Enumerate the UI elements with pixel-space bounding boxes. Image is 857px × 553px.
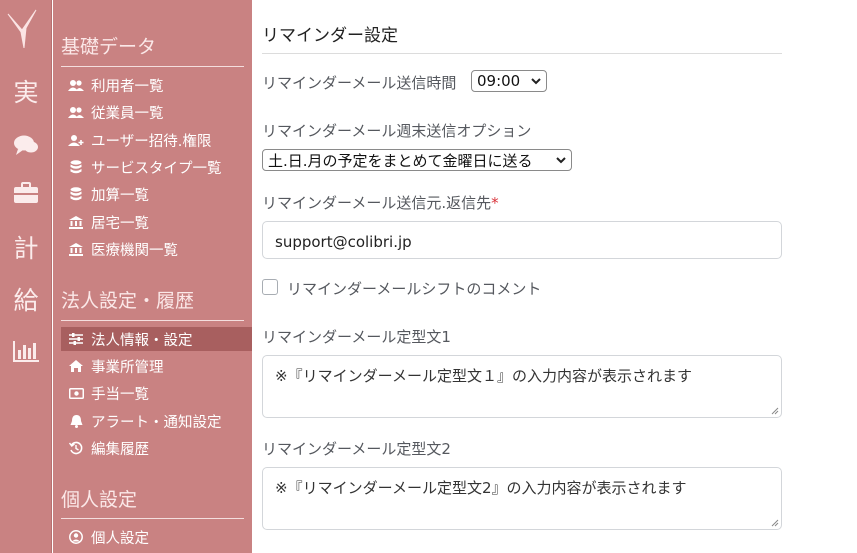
database-icon — [65, 187, 87, 201]
sidebar-item-edit-history[interactable]: 編集履歴 — [61, 436, 252, 460]
sidebar-item-personal-settings[interactable]: 個人設定 — [61, 525, 252, 549]
bank-icon — [65, 215, 87, 229]
resize-grip-icon[interactable] — [771, 519, 779, 527]
sidebar-item-label: 事業所管理 — [91, 359, 164, 376]
section-divider — [61, 66, 244, 67]
bank-icon — [65, 242, 87, 256]
required-mark: * — [491, 194, 499, 212]
sidebar-item-user-invite[interactable]: ユーザー招待.権限 — [61, 128, 252, 152]
sidebar-item-label: 居宅一覧 — [91, 215, 149, 232]
report-nav[interactable] — [0, 340, 52, 366]
shift-nav-label: 実 — [13, 78, 39, 107]
sidebar-item-label: 編集履歴 — [91, 441, 149, 458]
sidebar-item-additions[interactable]: 加算一覧 — [61, 182, 252, 206]
sliders-icon — [65, 333, 87, 345]
template1-value: ※『リマインダーメール定型文１』の入力内容が表示されます — [275, 367, 692, 385]
shift-nav[interactable]: 実 — [0, 78, 52, 108]
sidebar-item-service-types[interactable]: サービスタイプ一覧 — [61, 155, 252, 179]
sidebar-item-label: 利用者一覧 — [91, 78, 164, 95]
salary-nav[interactable]: 給 — [0, 286, 52, 316]
chevron-down-icon — [531, 78, 541, 85]
chat-nav[interactable] — [0, 134, 52, 160]
reply-to-email-field[interactable]: support@colibri.jp — [262, 221, 782, 259]
sidebar-item-alerts[interactable]: アラート・通知設定 — [61, 409, 252, 433]
shift-comment-checkbox[interactable] — [262, 279, 278, 295]
resize-grip-icon[interactable] — [771, 407, 779, 415]
sidebar-item-residences[interactable]: 居宅一覧 — [61, 210, 252, 234]
section-divider — [61, 518, 244, 519]
chat-icon — [14, 135, 38, 155]
sidebar-item-corporate-info[interactable]: 法人情報・設定 — [61, 327, 252, 351]
send-time-select[interactable]: 09:00 — [471, 70, 547, 92]
reply-to-email-value: support@colibri.jp — [275, 233, 412, 251]
work-nav[interactable] — [0, 182, 52, 208]
sidebar-item-label: 医療機関一覧 — [91, 242, 178, 259]
weekend-option-label: リマインダーメール週末送信オプション — [262, 122, 532, 140]
sidebar-item-label: ユーザー招待.権限 — [91, 133, 212, 150]
home-icon — [65, 360, 87, 372]
sidebar-item-label: 法人情報・設定 — [91, 332, 193, 349]
reply-to-label: リマインダーメール送信元.返信先* — [262, 192, 499, 213]
user-circle-icon — [65, 530, 87, 544]
section-title-corporate: 法人設定・履歴 — [61, 290, 195, 312]
template1-label: リマインダーメール定型文1 — [262, 328, 451, 346]
sidebar-item-medical[interactable]: 医療機関一覧 — [61, 237, 252, 261]
sidebar-item-label: サービスタイプ一覧 — [91, 160, 222, 177]
user-plus-icon — [65, 134, 87, 147]
shift-comment-label[interactable]: リマインダーメールシフトのコメント — [287, 278, 541, 299]
template2-textarea[interactable]: ※『リマインダーメール定型文2』の入力内容が表示されます — [262, 467, 782, 530]
plan-nav-label: 計 — [13, 234, 39, 263]
sidebar-item-label: 加算一覧 — [91, 187, 149, 204]
sidebar: 基礎データ 利用者一覧 従業員一覧 ユーザー招待.権限 サービスタイプ一覧 加算… — [53, 0, 252, 553]
page-title: リマインダー設定 — [262, 26, 398, 46]
title-divider — [262, 53, 782, 54]
chevron-down-icon — [556, 157, 566, 164]
sidebar-item-allowances[interactable]: 手当一覧 — [61, 381, 252, 405]
sidebar-item-label: 個人設定 — [91, 530, 149, 547]
users-icon — [65, 106, 87, 119]
sidebar-item-label: アラート・通知設定 — [91, 414, 222, 431]
bar-chart-icon — [13, 341, 39, 362]
template1-textarea[interactable]: ※『リマインダーメール定型文１』の入力内容が表示されます — [262, 355, 782, 418]
send-time-value: 09:00 — [477, 72, 521, 90]
history-icon — [65, 441, 87, 455]
database-icon — [65, 160, 87, 174]
hummingbird-logo-icon[interactable] — [6, 8, 40, 48]
briefcase-icon — [14, 182, 38, 203]
money-icon — [65, 387, 87, 399]
reply-to-label-text: リマインダーメール送信元.返信先 — [262, 194, 492, 212]
icon-rail: 実 計 給 — [0, 0, 52, 553]
weekend-option-select[interactable]: 土.日.月の予定をまとめて金曜日に送る — [262, 149, 572, 171]
send-time-label: リマインダーメール送信時間 — [262, 74, 457, 92]
section-title-basic-data: 基礎データ — [61, 36, 157, 58]
sidebar-item-label: 従業員一覧 — [91, 105, 164, 122]
template2-value: ※『リマインダーメール定型文2』の入力内容が表示されます — [275, 479, 687, 497]
bell-icon — [65, 414, 87, 428]
sidebar-item-offices[interactable]: 事業所管理 — [61, 354, 252, 378]
sidebar-item-users[interactable]: 利用者一覧 — [61, 73, 252, 97]
users-icon — [65, 79, 87, 92]
section-divider — [61, 320, 244, 321]
weekend-option-value: 土.日.月の予定をまとめて金曜日に送る — [268, 151, 533, 170]
template2-label: リマインダーメール定型文2 — [262, 440, 451, 458]
sidebar-item-employees[interactable]: 従業員一覧 — [61, 100, 252, 124]
plan-nav[interactable]: 計 — [0, 234, 52, 264]
sidebar-item-label: 手当一覧 — [91, 386, 149, 403]
salary-nav-label: 給 — [13, 286, 39, 315]
section-title-personal: 個人設定 — [61, 489, 138, 511]
